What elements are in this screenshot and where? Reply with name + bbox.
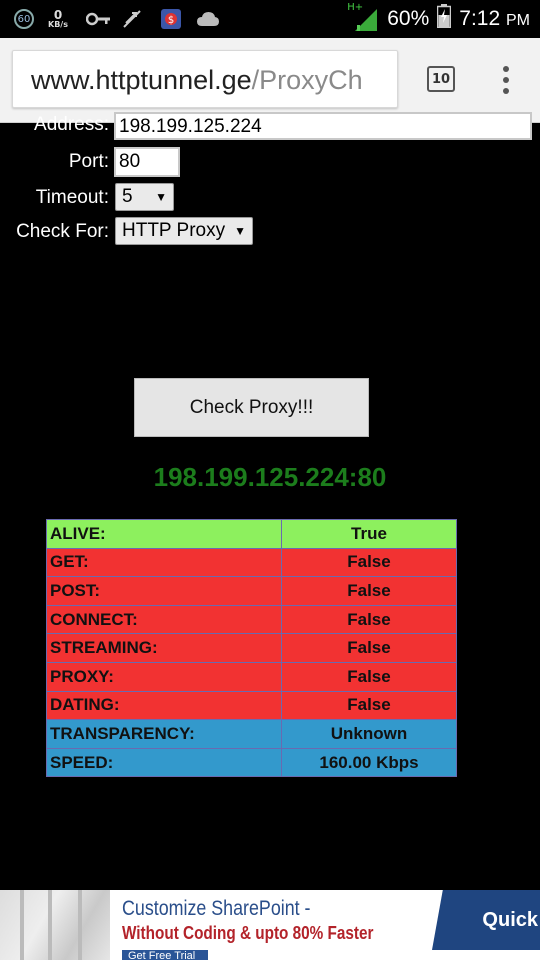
address-label: Address: [34,114,109,135]
battery-icon [437,4,452,34]
ad-cta-button[interactable]: Get Free Trial [122,950,208,960]
timeout-select[interactable]: 5 ▼ [115,183,174,211]
result-row: STREAMING: False [46,633,457,663]
result-value: False [281,604,457,635]
no-data-sync-icon [122,8,142,30]
status-right-group: H+ 60% 7:12 PM [347,0,530,38]
browser-toolbar: www.httptunnel.ge/ProxyCh 10 [0,38,540,123]
ad-brand-text: Quick [482,908,538,931]
result-value: False [281,633,457,663]
checkfor-label: Check For: [16,221,109,242]
result-key: GET: [46,547,282,578]
clock: 7:12 PM [459,7,530,31]
result-key: DATING: [46,690,282,721]
network-type: H+ [347,2,364,13]
result-table: ALIVE: True GET: False POST: False CONNECT: Fal… [46,519,457,778]
result-value: 160.00 Kbps [281,747,457,778]
timeout-value: 5 [122,186,133,207]
dropdown-arrow-icon: ▼ [155,190,167,204]
battery-percent: 60% [387,7,430,30]
check-proxy-button[interactable]: Check Proxy!!! [134,378,369,437]
result-key: SPEED: [46,747,282,778]
url-path: /ProxyCh [251,65,363,95]
result-row: CONNECT: False [46,604,457,635]
result-value: True [281,519,457,549]
result-key: CONNECT: [46,604,282,635]
status-bar: 60 0 KB/s $ H+ 60% 7:12 PM [0,0,540,38]
result-row: POST: False [46,576,457,606]
ad-headline: Customize SharePoint - [122,897,311,920]
result-value: False [281,547,457,578]
ad-image [0,890,110,960]
clock-ampm: PM [506,12,530,29]
result-key: POST: [46,576,282,606]
key-icon [86,8,112,30]
result-row: GET: False [46,547,457,578]
speed-unit: KB/s [48,20,68,29]
overflow-menu-icon[interactable] [498,66,514,94]
tab-switcher-button[interactable]: 10 [427,66,455,92]
ad-subline: Without Coding & upto 80% Faster [122,923,374,943]
result-key: TRANSPARENCY: [46,719,282,749]
ad-banner[interactable]: Customize SharePoint - Without Coding & … [0,890,540,960]
app-notification-icon: $ [160,8,182,30]
result-row: ALIVE: True [46,519,457,549]
port-label: Port: [68,151,109,172]
result-host: 198.199.125.224:80 [153,462,387,492]
result-row: SPEED: 160.00 Kbps [46,747,457,778]
result-key: ALIVE: [46,519,282,549]
result-row: PROXY: False [46,661,457,692]
signal-icon: H+ [347,2,379,32]
result-value: False [281,661,457,692]
result-value: Unknown [281,719,457,749]
result-value: False [281,576,457,606]
clock-time: 7:12 [459,7,501,30]
svg-text:$: $ [168,15,174,26]
notification-count-icon: 60 [14,8,34,30]
cloud-icon [196,8,220,30]
result-key: PROXY: [46,661,282,692]
network-speed-indicator: 0 KB/s [48,8,68,30]
ad-brand-logo: Quick [432,890,540,950]
notification-count: 60 [14,9,34,29]
result-value: False [281,690,457,721]
checkfor-value: HTTP Proxy [122,220,226,241]
checkfor-select[interactable]: HTTP Proxy ▼ [115,217,253,245]
url-host: www.httptunnel.ge [31,65,252,95]
timeout-label: Timeout: [35,187,109,208]
address-input[interactable]: 198.199.125.224 [114,112,532,140]
result-key: STREAMING: [46,633,282,663]
port-input[interactable]: 80 [114,147,180,177]
url-bar[interactable]: www.httptunnel.ge/ProxyCh [12,50,398,108]
result-row: TRANSPARENCY: Unknown [46,719,457,749]
dropdown-arrow-icon: ▼ [234,224,246,238]
result-row: DATING: False [46,690,457,721]
